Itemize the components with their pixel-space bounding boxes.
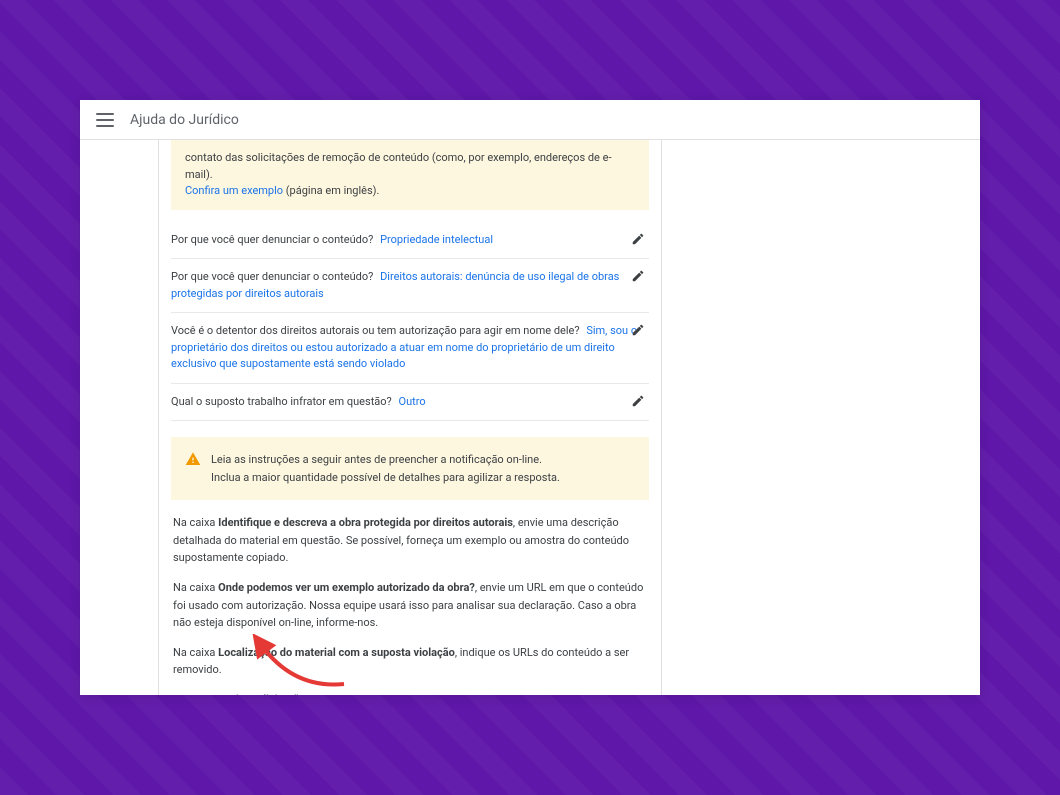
- instruction-paragraph: Na caixa Identifique e descreva a obra p…: [171, 514, 649, 567]
- pencil-icon[interactable]: [631, 394, 645, 408]
- top-warning-box: contato das solicitações de remoção de c…: [171, 140, 649, 210]
- question-row: Por que você quer denunciar o conteúdo? …: [171, 259, 649, 313]
- pencil-icon[interactable]: [631, 232, 645, 246]
- browser-window: Ajuda do Jurídico contato das solicitaçõ…: [80, 100, 980, 695]
- question-answer[interactable]: Propriedade intelectual: [380, 233, 493, 246]
- instruction-paragraph: Na caixa Localização do material com a s…: [171, 644, 649, 679]
- content-area: contato das solicitações de remoção de c…: [80, 140, 980, 695]
- instructions-section: Leia as instruções a seguir antes de pre…: [171, 437, 649, 695]
- main-card: contato das solicitações de remoção de c…: [158, 140, 662, 695]
- question-label: Por que você quer denunciar o conteúdo?: [171, 233, 373, 246]
- question-row: Qual o suposto trabalho infrator em ques…: [171, 384, 649, 422]
- example-link[interactable]: Confira um exemplo: [185, 184, 283, 197]
- question-label: Qual o suposto trabalho infrator em ques…: [171, 395, 392, 408]
- instruction-paragraph: Na caixa Onde podemos ver um exemplo aut…: [171, 579, 649, 632]
- pencil-icon[interactable]: [631, 269, 645, 283]
- header-bar: Ajuda do Jurídico: [80, 100, 980, 140]
- instruction-paragraph: Clique em Criar solicitação para enviar …: [171, 691, 649, 695]
- warning-triangle-icon: [185, 451, 201, 467]
- warning-banner: Leia as instruções a seguir antes de pre…: [171, 437, 649, 500]
- question-answer[interactable]: Outro: [399, 395, 426, 408]
- warning-line1: Leia as instruções a seguir antes de pre…: [211, 451, 635, 469]
- warning-suffix: (página em inglês).: [283, 184, 379, 197]
- warning-partial-text: contato das solicitações de remoção de c…: [185, 151, 612, 181]
- question-label: Você é o detentor dos direitos autorais …: [171, 324, 580, 337]
- question-row: Você é o detentor dos direitos autorais …: [171, 313, 649, 384]
- question-row: Por que você quer denunciar o conteúdo? …: [171, 222, 649, 260]
- pencil-icon[interactable]: [631, 323, 645, 337]
- page-title: Ajuda do Jurídico: [130, 112, 239, 128]
- warning-line2: Inclua a maior quantidade possível de de…: [211, 469, 635, 487]
- hamburger-menu-icon[interactable]: [96, 113, 114, 127]
- question-label: Por que você quer denunciar o conteúdo?: [171, 270, 373, 283]
